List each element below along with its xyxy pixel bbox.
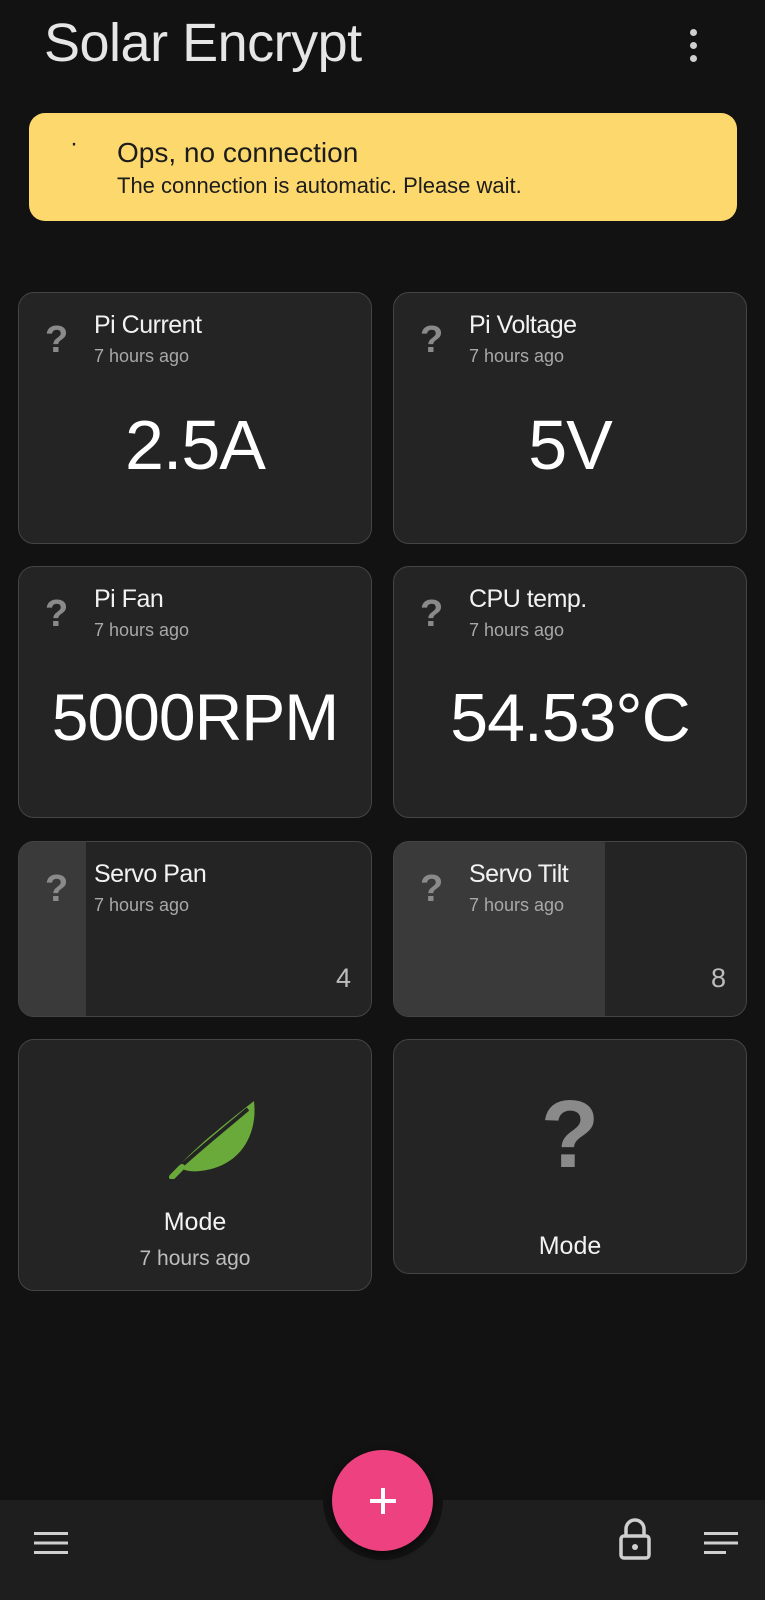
widget-title: Servo Pan bbox=[94, 860, 207, 888]
sort-lines-icon[interactable] bbox=[704, 1530, 738, 1561]
menu-dot bbox=[689, 54, 697, 62]
question-icon: ? bbox=[540, 1081, 600, 1188]
widget-title: Pi Voltage bbox=[469, 311, 577, 339]
question-icon: ? bbox=[45, 319, 69, 361]
widget-mode-unknown[interactable]: ? Mode bbox=[393, 1039, 747, 1274]
slider-value: 4 bbox=[335, 963, 351, 993]
widget-mode-leaf[interactable]: Mode 7 hours ago bbox=[18, 1039, 372, 1291]
mode-label: Mode bbox=[538, 1232, 602, 1260]
widget-pi-fan[interactable]: ? Pi Fan 7 hours ago 5000RPM bbox=[18, 566, 372, 818]
widget-timestamp: 7 hours ago bbox=[469, 895, 565, 915]
banner-title: Ops, no connection bbox=[117, 137, 359, 168]
question-icon: ? bbox=[420, 593, 444, 635]
question-icon: ? bbox=[420, 868, 444, 910]
plus-icon bbox=[369, 1487, 396, 1514]
lock-icon[interactable] bbox=[618, 1518, 652, 1565]
widget-value: 5V bbox=[528, 406, 613, 484]
leaf-icon bbox=[169, 1101, 255, 1179]
banner-message: The connection is automatic. Please wait… bbox=[117, 173, 522, 198]
question-icon: ? bbox=[420, 319, 444, 361]
mode-label: Mode bbox=[163, 1208, 227, 1236]
question-icon: ? bbox=[45, 593, 69, 635]
widget-title: Pi Fan bbox=[94, 585, 164, 613]
widget-servo-tilt-slider[interactable]: ? Servo Tilt 7 hours ago 8 bbox=[393, 841, 747, 1017]
widget-title: CPU temp. bbox=[469, 585, 587, 613]
widget-title: Pi Current bbox=[94, 311, 202, 339]
widget-pi-voltage[interactable]: ? Pi Voltage 7 hours ago 5V bbox=[393, 292, 747, 544]
menu-dot bbox=[689, 41, 697, 49]
question-icon: ? bbox=[45, 868, 69, 910]
banner-bullet: · bbox=[70, 130, 78, 157]
widget-value: 2.5A bbox=[125, 406, 266, 484]
app-title: Solar Encrypt bbox=[44, 13, 362, 73]
add-widget-button[interactable] bbox=[332, 1450, 433, 1551]
hamburger-menu-icon[interactable] bbox=[34, 1530, 68, 1561]
widget-title: Servo Tilt bbox=[469, 860, 569, 888]
menu-dot bbox=[689, 28, 697, 36]
widget-timestamp: 7 hours ago bbox=[94, 620, 190, 640]
widget-timestamp: 7 hours ago bbox=[94, 895, 190, 915]
more-options-icon[interactable] bbox=[674, 26, 712, 64]
slider-value: 8 bbox=[710, 963, 726, 993]
widget-timestamp: 7 hours ago bbox=[469, 620, 565, 640]
widget-value: 5000RPM bbox=[51, 680, 340, 754]
widget-pi-current[interactable]: ? Pi Current 7 hours ago 2.5A bbox=[18, 292, 372, 544]
app-screen: Solar Encrypt · Ops, no connection The c… bbox=[0, 0, 765, 1600]
connection-warning-banner: · Ops, no connection The connection is a… bbox=[29, 113, 737, 221]
widget-timestamp: 7 hours ago bbox=[469, 346, 565, 366]
widget-cpu-temp[interactable]: ? CPU temp. 7 hours ago 54.53°C bbox=[393, 566, 747, 818]
top-app-bar: Solar Encrypt bbox=[0, 0, 765, 96]
widget-timestamp: 7 hours ago bbox=[94, 346, 190, 366]
widget-value: 54.53°C bbox=[450, 680, 690, 756]
widget-servo-pan-slider[interactable]: ? Servo Pan 7 hours ago 4 bbox=[18, 841, 372, 1017]
mode-timestamp: 7 hours ago bbox=[139, 1247, 251, 1270]
